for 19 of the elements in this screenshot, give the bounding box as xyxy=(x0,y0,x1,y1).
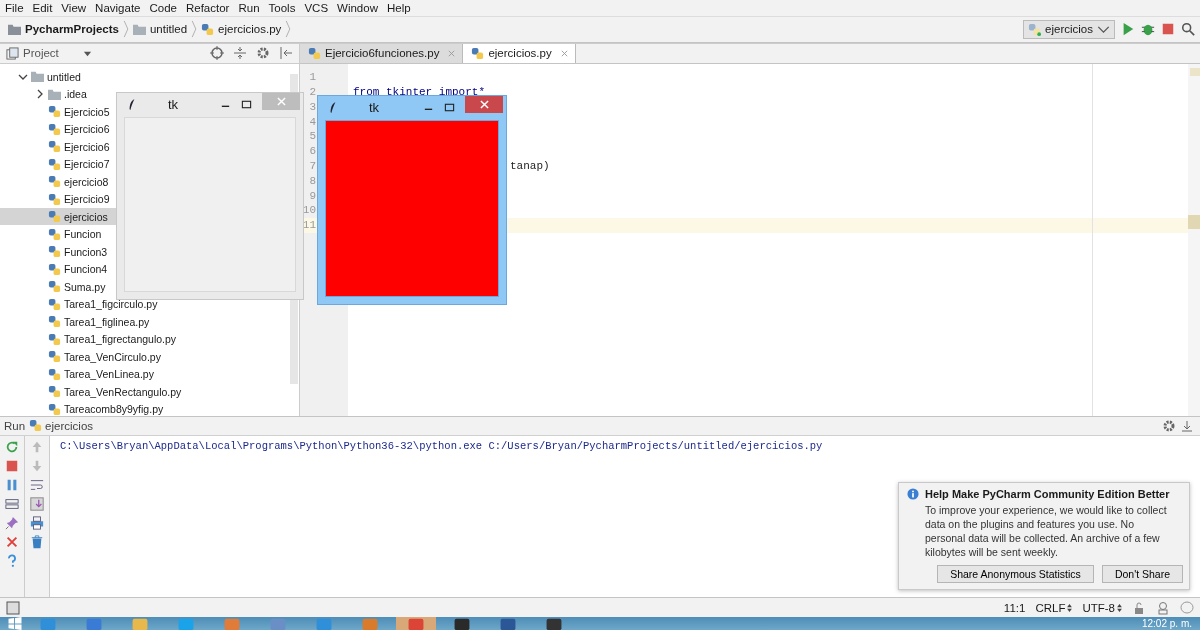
line-number: 10 xyxy=(301,204,316,217)
notification-title: Help Make PyCharm Community Edition Better xyxy=(925,488,1170,500)
line-number: 11 xyxy=(301,219,316,232)
clock: 12:02 p. m. xyxy=(1141,617,1192,630)
code-line: tanap) xyxy=(510,160,550,172)
line-number: 9 xyxy=(308,189,316,202)
panel-title: Run xyxy=(4,419,26,432)
line-number: 3 xyxy=(308,100,316,113)
window-title: tk xyxy=(168,97,180,113)
line-number: 4 xyxy=(308,115,316,128)
window-title: tk xyxy=(369,100,381,116)
console-output: C:\Users\Bryan\AppData\Local\Programs\Python\Python36-32\python.exe C:/Users/Bryan/PycharmProjects/untitled/ejercicios.py xyxy=(60,439,823,452)
line-number: 8 xyxy=(308,174,316,187)
notification-text: To improve your experience, we would like to collect data on the plugins and features you use. No personal data will be collected. An archive of a few kilobytes will be sent weekly. xyxy=(925,503,1168,559)
line-number: 5 xyxy=(308,130,316,143)
line-number: 2 xyxy=(308,86,316,98)
line-number: 1 xyxy=(308,71,316,84)
line-number: 7 xyxy=(308,160,316,172)
line-number: 6 xyxy=(308,145,316,158)
